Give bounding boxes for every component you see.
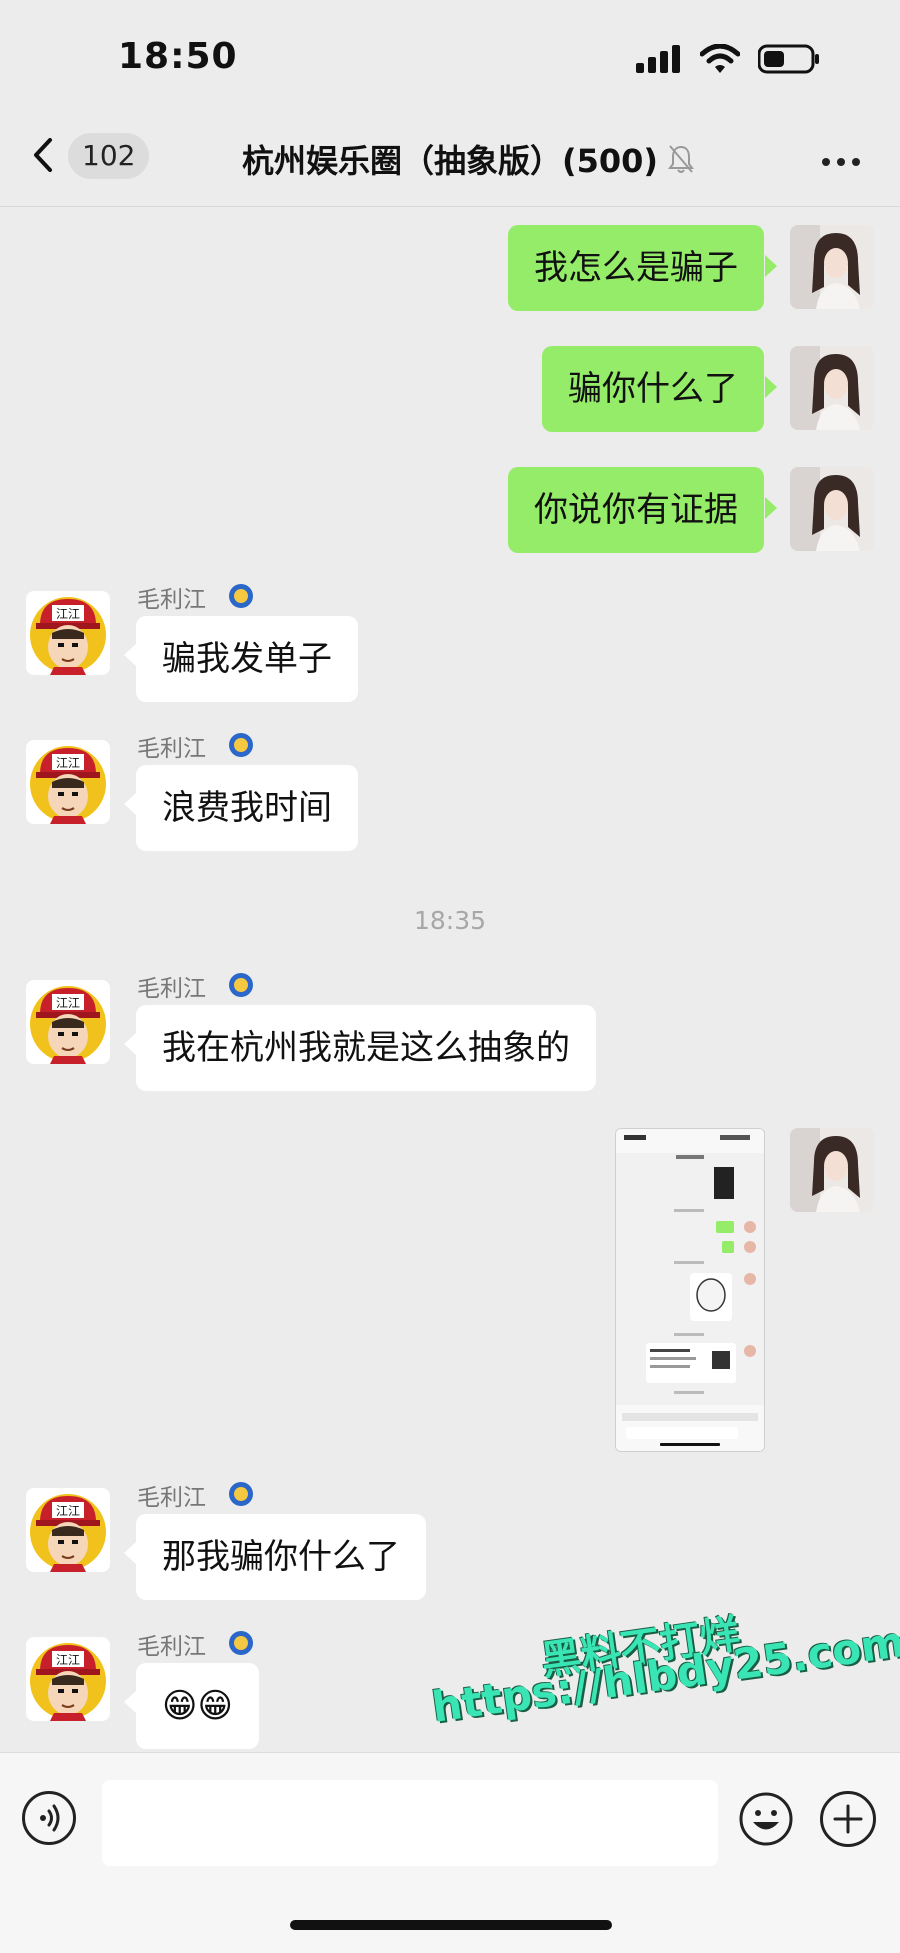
contact-avatar[interactable]: 江江 — [26, 980, 110, 1064]
member-badge-icon — [229, 733, 253, 757]
self-avatar[interactable] — [790, 467, 874, 551]
sender-name: 毛利江 — [137, 1485, 206, 1511]
self-avatar[interactable] — [790, 1128, 874, 1212]
cartoon-avatar-image: 江江 — [30, 1494, 106, 1572]
status-time: 18:50 — [118, 36, 238, 77]
svg-text:江江: 江江 — [56, 1653, 80, 1667]
member-badge-icon — [229, 584, 253, 608]
mute-bell-icon — [668, 145, 694, 173]
svg-text:江江: 江江 — [56, 756, 80, 770]
self-avatar-image — [790, 225, 874, 309]
bubble-tail — [124, 1691, 136, 1713]
status-icons — [636, 44, 820, 74]
battery-icon — [758, 44, 819, 74]
time-divider: 18:35 — [413, 906, 487, 935]
plus-button[interactable] — [820, 1791, 876, 1847]
contact-avatar[interactable]: 江江 — [26, 1488, 110, 1572]
cartoon-avatar-image: 江江 — [30, 597, 106, 675]
wifi-icon — [700, 44, 740, 73]
message-bubble[interactable]: 我怎么是骗子 — [508, 225, 764, 311]
message-bubble[interactable]: 😁😁 — [136, 1663, 259, 1749]
home-indicator — [290, 1920, 612, 1930]
message-bubble[interactable]: 我在杭州我就是这么抽象的 — [136, 1005, 596, 1091]
cartoon-avatar-image: 江江 — [30, 746, 106, 824]
bubble-tail — [765, 255, 777, 277]
message-bubble[interactable]: 你说你有证据 — [508, 467, 764, 553]
member-badge-icon — [229, 973, 253, 997]
self-avatar-image — [790, 467, 874, 551]
self-avatar[interactable] — [790, 225, 874, 309]
more-dots-icon[interactable] — [822, 158, 860, 166]
svg-text:江江: 江江 — [56, 607, 80, 621]
sender-name: 毛利江 — [137, 736, 206, 762]
sender-name: 毛利江 — [137, 1634, 206, 1660]
contact-avatar[interactable]: 江江 — [26, 1637, 110, 1721]
header-divider — [0, 206, 900, 207]
message-bubble[interactable]: 那我骗你什么了 — [136, 1514, 426, 1600]
voice-icon — [40, 1804, 60, 1832]
contact-avatar[interactable]: 江江 — [26, 591, 110, 675]
chat-title: 杭州娱乐圈（抽象版）(500) — [241, 142, 659, 180]
bubble-tail — [765, 497, 777, 519]
svg-text:江江: 江江 — [56, 996, 80, 1010]
bubble-tail — [124, 644, 136, 666]
chat-header: 102 杭州娱乐圈（抽象版）(500) — [0, 100, 900, 210]
signal-icon — [636, 45, 680, 73]
message-bubble[interactable]: 骗你什么了 — [542, 346, 764, 432]
svg-text:江江: 江江 — [56, 1504, 80, 1518]
member-badge-icon — [229, 1482, 253, 1506]
contact-avatar[interactable]: 江江 — [26, 740, 110, 824]
cartoon-avatar-image: 江江 — [30, 1643, 106, 1721]
bubble-tail — [124, 793, 136, 815]
self-avatar-image — [790, 1128, 874, 1212]
chat-screenshot-image — [616, 1129, 764, 1451]
sender-name: 毛利江 — [137, 976, 206, 1002]
bubble-tail — [124, 1542, 136, 1564]
message-bubble[interactable]: 骗我发单子 — [136, 616, 358, 702]
sender-name: 毛利江 — [137, 587, 206, 613]
bubble-tail — [124, 1033, 136, 1055]
plus-icon — [833, 1804, 863, 1834]
member-badge-icon — [229, 1631, 253, 1655]
emoji-icon[interactable] — [738, 1791, 794, 1847]
self-avatar[interactable] — [790, 346, 874, 430]
cartoon-avatar-image: 江江 — [30, 986, 106, 1064]
message-bubble[interactable]: 浪费我时间 — [136, 765, 358, 851]
self-avatar-image — [790, 346, 874, 430]
voice-button[interactable] — [22, 1791, 76, 1845]
message-input[interactable] — [102, 1780, 718, 1866]
bubble-tail — [765, 376, 777, 398]
image-message-thumbnail[interactable] — [615, 1128, 765, 1452]
